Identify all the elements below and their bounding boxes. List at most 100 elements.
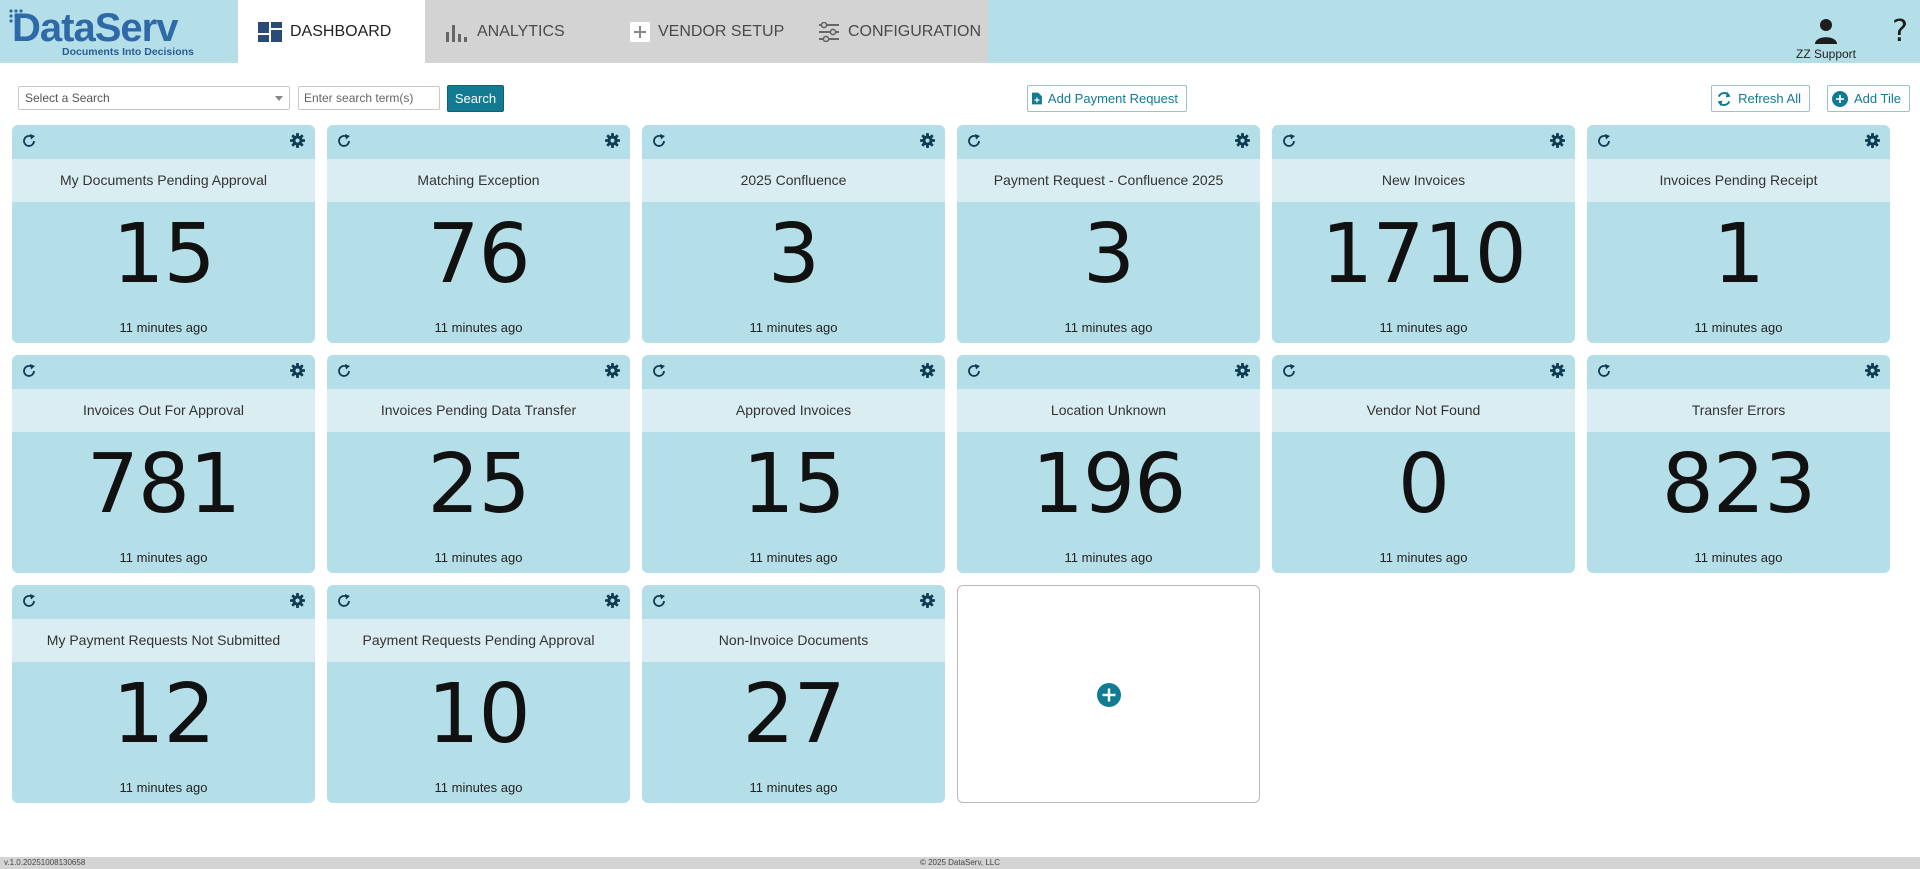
search-button[interactable]: Search bbox=[447, 85, 504, 112]
refresh-icon[interactable] bbox=[652, 594, 666, 608]
footer: v.1.0.20251008130658 © 2025 DataServ, LL… bbox=[0, 857, 1920, 869]
tile-title: New Invoices bbox=[1272, 159, 1575, 202]
gear-icon[interactable] bbox=[290, 593, 305, 608]
refresh-icon[interactable] bbox=[1597, 134, 1611, 148]
tile-count[interactable]: 0 bbox=[1272, 440, 1575, 530]
gear-icon[interactable] bbox=[605, 593, 620, 608]
add-tile-placeholder[interactable] bbox=[957, 585, 1260, 803]
dashboard-grid-icon bbox=[258, 21, 282, 42]
refresh-icon[interactable] bbox=[1597, 364, 1611, 378]
tile-header bbox=[642, 585, 945, 619]
tab-configuration[interactable]: CONFIGURATION bbox=[803, 0, 988, 63]
tile-header bbox=[957, 125, 1260, 159]
add-payment-request-label: Add Payment Request bbox=[1047, 91, 1178, 106]
saved-search-placeholder: Select a Search bbox=[25, 91, 110, 105]
gear-icon[interactable] bbox=[1865, 363, 1880, 378]
dashboard-tile[interactable]: Payment Requests Pending Approval 10 11 … bbox=[327, 585, 630, 803]
user-menu[interactable]: ZZ Support bbox=[1794, 18, 1858, 61]
gear-icon[interactable] bbox=[290, 133, 305, 148]
tile-title: Non-Invoice Documents bbox=[642, 619, 945, 662]
tile-updated-time: 11 minutes ago bbox=[434, 550, 523, 565]
refresh-icon[interactable] bbox=[1282, 134, 1296, 148]
gear-icon[interactable] bbox=[920, 593, 935, 608]
tile-count[interactable]: 823 bbox=[1587, 440, 1890, 530]
tile-title: 2025 Confluence bbox=[642, 159, 945, 202]
gear-icon[interactable] bbox=[1865, 133, 1880, 148]
tile-count[interactable]: 781 bbox=[12, 440, 315, 530]
plus-square-icon bbox=[630, 21, 650, 42]
gear-icon[interactable] bbox=[1235, 363, 1250, 378]
tile-updated-time: 11 minutes ago bbox=[1064, 550, 1153, 565]
plus-circle-icon bbox=[1097, 683, 1121, 707]
search-input[interactable] bbox=[298, 86, 440, 110]
main-nav: DASHBOARD ANALYTICS VENDOR SETUP CONFIGU… bbox=[238, 0, 988, 63]
dashboard-tile[interactable]: Invoices Pending Receipt 1 11 minutes ag… bbox=[1587, 125, 1890, 343]
dashboard-tile[interactable]: New Invoices 1710 11 minutes ago bbox=[1272, 125, 1575, 343]
saved-search-select[interactable]: Select a Search bbox=[18, 86, 290, 110]
dashboard-tile[interactable]: Non-Invoice Documents 27 11 minutes ago bbox=[642, 585, 945, 803]
dashboard-tile[interactable]: Approved Invoices 15 11 minutes ago bbox=[642, 355, 945, 573]
copyright-text: © 2025 DataServ, LLC bbox=[919, 858, 1000, 867]
dashboard-tile[interactable]: Location Unknown 196 11 minutes ago bbox=[957, 355, 1260, 573]
tile-count[interactable]: 196 bbox=[957, 440, 1260, 530]
gear-icon[interactable] bbox=[605, 133, 620, 148]
add-payment-request-button[interactable]: Add Payment Request bbox=[1027, 85, 1187, 112]
tile-updated-time: 11 minutes ago bbox=[434, 320, 523, 335]
tile-count[interactable]: 15 bbox=[642, 440, 945, 530]
tile-count[interactable]: 3 bbox=[642, 210, 945, 300]
tile-header bbox=[327, 355, 630, 389]
tab-dashboard[interactable]: DASHBOARD bbox=[238, 0, 425, 63]
gear-icon[interactable] bbox=[1550, 363, 1565, 378]
tile-header bbox=[1587, 125, 1890, 159]
refresh-icon[interactable] bbox=[1282, 364, 1296, 378]
refresh-icon[interactable] bbox=[22, 594, 36, 608]
refresh-icon[interactable] bbox=[652, 364, 666, 378]
dashboard-tile[interactable]: 2025 Confluence 3 11 minutes ago bbox=[642, 125, 945, 343]
gear-icon[interactable] bbox=[1550, 133, 1565, 148]
refresh-all-button[interactable]: Refresh All bbox=[1711, 85, 1810, 112]
dataserv-logo[interactable]: DataServ Documents Into Decisions bbox=[9, 6, 202, 58]
gear-icon[interactable] bbox=[920, 133, 935, 148]
tab-vendor-setup-label: VENDOR SETUP bbox=[658, 22, 785, 40]
dashboard-tile[interactable]: Invoices Pending Data Transfer 25 11 min… bbox=[327, 355, 630, 573]
tile-count[interactable]: 10 bbox=[327, 670, 630, 760]
tile-count[interactable]: 12 bbox=[12, 670, 315, 760]
gear-icon[interactable] bbox=[920, 363, 935, 378]
gear-icon[interactable] bbox=[1235, 133, 1250, 148]
refresh-icon[interactable] bbox=[337, 594, 351, 608]
dashboard-tile[interactable]: My Payment Requests Not Submitted 12 11 … bbox=[12, 585, 315, 803]
tile-updated-time: 11 minutes ago bbox=[749, 550, 838, 565]
tab-vendor-setup[interactable]: VENDOR SETUP bbox=[615, 0, 803, 63]
add-tile-button[interactable]: Add Tile bbox=[1827, 85, 1910, 112]
dashboard-tile[interactable]: Payment Request - Confluence 2025 3 11 m… bbox=[957, 125, 1260, 343]
tab-analytics[interactable]: ANALYTICS bbox=[425, 0, 615, 63]
dashboard-tile[interactable]: Vendor Not Found 0 11 minutes ago bbox=[1272, 355, 1575, 573]
tile-count[interactable]: 25 bbox=[327, 440, 630, 530]
tab-configuration-label: CONFIGURATION bbox=[848, 22, 982, 40]
tile-updated-time: 11 minutes ago bbox=[119, 320, 208, 335]
tile-updated-time: 11 minutes ago bbox=[749, 320, 838, 335]
help-icon[interactable]: ? bbox=[1892, 14, 1908, 50]
tile-count[interactable]: 1 bbox=[1587, 210, 1890, 300]
tile-count[interactable]: 15 bbox=[12, 210, 315, 300]
tile-count[interactable]: 3 bbox=[957, 210, 1260, 300]
refresh-icon[interactable] bbox=[967, 364, 981, 378]
tile-count[interactable]: 76 bbox=[327, 210, 630, 300]
dashboard-tile[interactable]: Invoices Out For Approval 781 11 minutes… bbox=[12, 355, 315, 573]
gear-icon[interactable] bbox=[605, 363, 620, 378]
dashboard-tile[interactable]: Matching Exception 76 11 minutes ago bbox=[327, 125, 630, 343]
gear-icon[interactable] bbox=[290, 363, 305, 378]
refresh-icon[interactable] bbox=[967, 134, 981, 148]
refresh-icon[interactable] bbox=[337, 364, 351, 378]
refresh-icon[interactable] bbox=[22, 134, 36, 148]
tile-count[interactable]: 1710 bbox=[1272, 210, 1575, 300]
refresh-icon[interactable] bbox=[22, 364, 36, 378]
tile-header bbox=[1272, 125, 1575, 159]
tile-title: Vendor Not Found bbox=[1272, 389, 1575, 432]
refresh-icon[interactable] bbox=[652, 134, 666, 148]
refresh-icon[interactable] bbox=[337, 134, 351, 148]
dashboard-tile[interactable]: Transfer Errors 823 11 minutes ago bbox=[1587, 355, 1890, 573]
dashboard-tile[interactable]: My Documents Pending Approval 15 11 minu… bbox=[12, 125, 315, 343]
tile-count[interactable]: 27 bbox=[642, 670, 945, 760]
user-icon bbox=[1815, 19, 1837, 44]
